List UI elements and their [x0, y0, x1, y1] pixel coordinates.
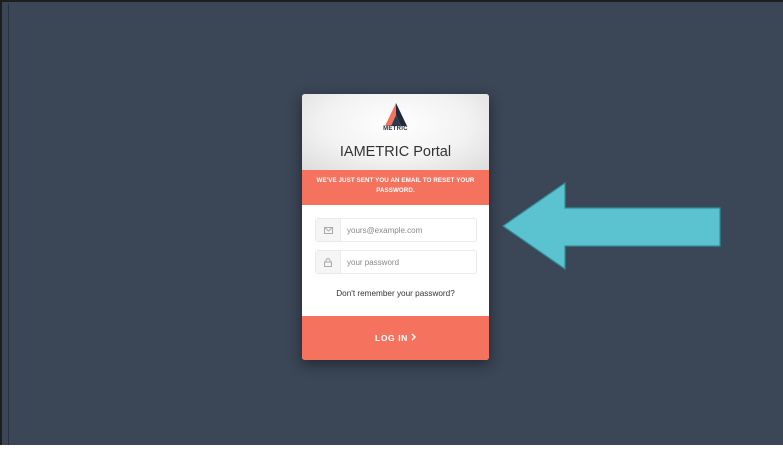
password-input[interactable] — [347, 251, 475, 273]
reset-email-alert: WE'VE JUST SENT YOU AN EMAIL TO RESET YO… — [302, 170, 489, 205]
card-header: METRIC IAMETRIC Portal — [302, 94, 489, 170]
arrow-left-icon — [501, 181, 723, 271]
frame-edge — [8, 4, 9, 445]
login-form: Don't remember your password? — [302, 205, 489, 316]
chevron-right-icon — [411, 333, 416, 343]
login-button[interactable]: LOG IN — [302, 316, 489, 360]
forgot-password-link[interactable]: Don't remember your password? — [302, 289, 489, 298]
bottom-strip — [0, 445, 783, 449]
email-icon — [316, 219, 341, 241]
login-button-label: LOG IN — [375, 333, 408, 343]
portal-title: IAMETRIC Portal — [339, 144, 452, 160]
login-card: METRIC IAMETRIC Portal WE'VE JUST SENT Y… — [302, 94, 489, 360]
email-field[interactable] — [315, 218, 477, 242]
email-input[interactable] — [347, 219, 475, 241]
lock-icon — [316, 251, 341, 273]
password-field[interactable] — [315, 250, 477, 274]
logo-text: METRIC — [383, 126, 408, 132]
